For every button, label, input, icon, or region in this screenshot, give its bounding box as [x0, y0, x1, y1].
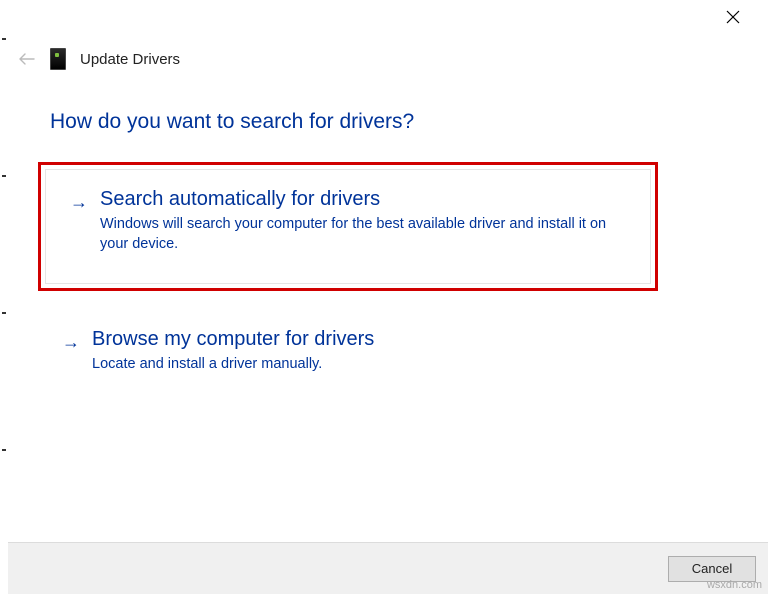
edge-tick: [2, 312, 6, 314]
arrow-right-icon: →: [62, 328, 80, 354]
option-title: Browse my computer for drivers: [92, 328, 374, 351]
device-icon: [50, 48, 66, 70]
edge-tick: [2, 449, 6, 451]
option-search-auto[interactable]: → Search automatically for drivers Windo…: [45, 169, 651, 284]
edge-tick: [2, 38, 6, 40]
page-question: How do you want to search for drivers?: [50, 110, 414, 134]
header: Update Drivers: [18, 48, 180, 70]
back-arrow-icon[interactable]: [18, 53, 36, 65]
arrow-right-icon: →: [70, 188, 88, 214]
option-content: Browse my computer for drivers Locate an…: [92, 328, 374, 374]
window-title: Update Drivers: [80, 51, 180, 68]
option-browse[interactable]: → Browse my computer for drivers Locate …: [38, 322, 658, 382]
edge-tick: [2, 175, 6, 177]
option-search-auto-highlight: → Search automatically for drivers Windo…: [38, 162, 658, 291]
option-description: Locate and install a driver manually.: [92, 354, 374, 374]
option-content: Search automatically for drivers Windows…: [100, 188, 626, 255]
footer: Cancel: [8, 542, 768, 594]
watermark: wsxdn.com: [707, 579, 762, 591]
option-description: Windows will search your computer for th…: [100, 214, 626, 255]
close-icon: [726, 10, 740, 24]
cancel-button[interactable]: Cancel: [668, 556, 756, 582]
close-button[interactable]: [726, 10, 746, 30]
option-title: Search automatically for drivers: [100, 188, 626, 211]
